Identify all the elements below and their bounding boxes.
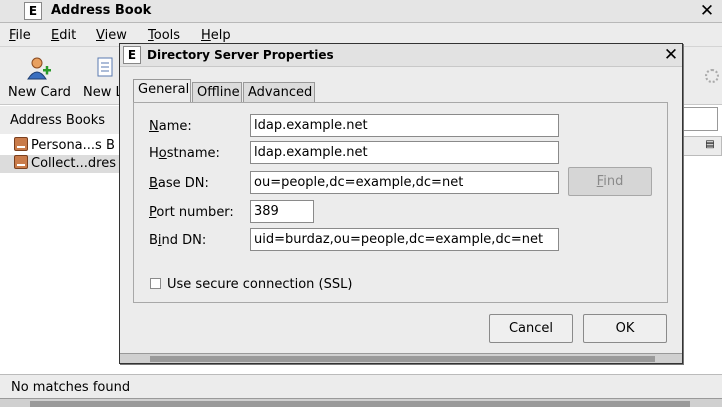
address-book-list: Persona...s B Collect...dres [0,134,120,174]
tab-advanced[interactable]: Advanced [243,82,315,102]
base-dn-label: Base DN: [149,176,209,191]
column-picker-icon[interactable]: ▤ [703,138,717,152]
tab-offline[interactable]: Offline [192,82,242,102]
menu-file[interactable]: File [9,28,31,43]
port-label: Port number: [149,205,234,220]
hostname-field[interactable]: ldap.example.net [250,141,559,164]
name-field[interactable]: ldap.example.net [250,114,559,137]
ssl-checkbox[interactable] [150,278,161,289]
dialog-title: Directory Server Properties [147,48,334,62]
bind-dn-label: Bind DN: [149,233,207,248]
status-bar: No matches found [0,374,722,398]
address-book-pane [0,174,120,374]
base-dn-field[interactable]: ou=people,dc=example,dc=net [250,171,559,194]
address-book-icon [14,137,28,151]
bind-dn-field[interactable]: uid=burdaz,ou=people,dc=example,dc=net [250,228,559,251]
status-text: No matches found [11,380,131,395]
throbber-icon [705,69,719,83]
window-title: Address Book [51,3,152,18]
dialog-bottom-segment [150,356,655,362]
tab-general[interactable]: General [133,79,191,102]
menu-tools[interactable]: Tools [148,28,180,43]
new-list-button[interactable]: New L [83,51,123,101]
address-book-personal[interactable]: Persona...s B [14,137,115,155]
new-list-label: New L [83,85,123,100]
name-label: Name: [149,119,192,134]
menu-help[interactable]: Help [201,28,231,43]
new-card-icon [27,57,51,80]
menu-edit[interactable]: Edit [51,28,76,43]
app-icon: E [24,2,42,20]
find-button[interactable]: Find [568,167,652,196]
cancel-button[interactable]: Cancel [489,314,573,343]
address-books-header: Address Books [0,106,120,134]
close-icon[interactable]: ✕ [697,1,717,21]
main-titlebar: E Address Book ✕ [0,0,722,23]
hostname-label: Hostname: [149,146,220,161]
new-card-button[interactable]: New Card [8,51,74,101]
port-field[interactable]: 389 [250,200,314,223]
new-list-icon [97,57,113,77]
dialog-bottom-strip [120,353,682,363]
bottom-strip-segment [30,401,690,407]
dialog-app-icon: E [123,46,141,64]
general-panel: Name: ldap.example.net Hostname: ldap.ex… [133,102,668,303]
new-card-label: New Card [8,85,71,100]
bottom-strip [0,398,722,407]
dialog-close-icon[interactable]: ✕ [661,45,681,65]
search-input[interactable] [682,107,718,131]
directory-server-dialog: E Directory Server Properties ✕ General … [119,43,683,364]
menu-view[interactable]: View [96,28,127,43]
ssl-label: Use secure connection (SSL) [167,277,353,292]
address-book-collected[interactable]: Collect...dres [0,155,120,173]
dialog-titlebar: E Directory Server Properties ✕ [120,44,682,67]
address-book-icon [14,155,28,169]
ok-button[interactable]: OK [583,314,667,343]
